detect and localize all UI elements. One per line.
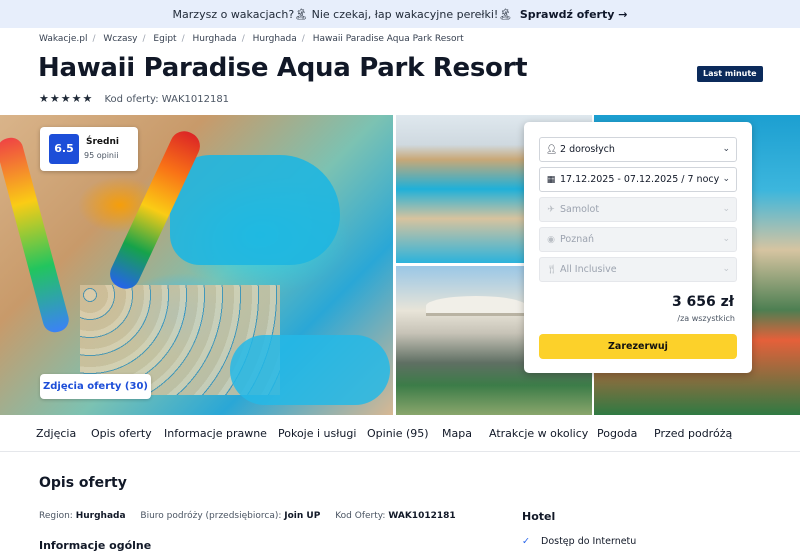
main-photo[interactable]: 6.5 Średni 95 opinii Zdjęcia oferty (30) bbox=[0, 115, 393, 415]
region-info: Region: Hurghada bbox=[39, 511, 126, 521]
pool-shape bbox=[170, 155, 340, 265]
breadcrumb-current: Hawaii Paradise Aqua Park Resort bbox=[312, 34, 464, 44]
hotel-panel-title: Hotel bbox=[522, 510, 556, 523]
tab-przed-podroza[interactable]: Przed podróżą bbox=[654, 427, 732, 440]
breadcrumb-item-wczasy[interactable]: Wczasy bbox=[103, 34, 137, 44]
location-pin-icon: ◉ bbox=[547, 235, 555, 245]
building-roof-shape bbox=[426, 296, 526, 316]
check-icon: ✓ bbox=[522, 536, 530, 547]
tab-pogoda[interactable]: Pogoda bbox=[597, 427, 637, 440]
chevron-down-icon: ⌄ bbox=[722, 234, 730, 244]
hotel-meta: ★★★★★ Kod oferty: WAK1012181 bbox=[39, 92, 229, 105]
amenity-label: Dostęp do Internetu bbox=[541, 536, 637, 547]
dates-value: 17.12.2025 - 07.12.2025 / 7 nocy bbox=[560, 174, 720, 185]
chevron-down-icon: ⌄ bbox=[722, 174, 730, 184]
dates-select[interactable]: ▦ 17.12.2025 - 07.12.2025 / 7 nocy ⌄ bbox=[539, 167, 737, 192]
rating-card[interactable]: 6.5 Średni 95 opinii bbox=[40, 127, 138, 171]
agency-label: Biuro podróży (przedsiębiorca): bbox=[140, 511, 282, 521]
transport-value: Samolot bbox=[560, 204, 600, 215]
tab-pokoje-i-uslugi[interactable]: Pokoje i usługi bbox=[278, 427, 356, 440]
code-value: WAK1012181 bbox=[388, 511, 456, 521]
breadcrumb-separator: / bbox=[92, 34, 96, 44]
description-title: Opis oferty bbox=[39, 475, 127, 491]
breadcrumb-separator: / bbox=[142, 34, 146, 44]
page-title: Hawaii Paradise Aqua Park Resort bbox=[38, 53, 528, 83]
breadcrumb: Wakacje.pl / Wczasy / Egipt / Hurghada / Hur… bbox=[39, 34, 464, 44]
departure-value: Poznań bbox=[560, 234, 595, 245]
agency-value: Join UP bbox=[284, 511, 321, 521]
tab-zdjecia[interactable]: Zdjęcia bbox=[36, 427, 76, 440]
offer-code: Kod oferty: WAK1012181 bbox=[104, 94, 230, 105]
last-minute-badge: Last minute bbox=[697, 66, 763, 82]
promo-banner: Marzysz o wakacjach?🏝 Nie czekaj, łap wa… bbox=[0, 0, 800, 28]
rating-score: 6.5 bbox=[49, 134, 79, 164]
star-rating-icon: ★★★★★ bbox=[39, 92, 94, 105]
rating-count: 95 opinii bbox=[84, 151, 119, 160]
cutlery-icon: 🍴︎ bbox=[546, 265, 558, 275]
photos-button[interactable]: Zdjęcia oferty (30) bbox=[40, 374, 151, 399]
reserve-button[interactable]: Zarezerwuj bbox=[539, 334, 737, 359]
calendar-icon: ▦ bbox=[546, 175, 556, 185]
travelers-value: 2 dorosłych bbox=[560, 144, 615, 155]
rating-label: Średni bbox=[86, 137, 119, 147]
promo-banner-text: Marzysz o wakacjach?🏝 Nie czekaj, łap wa… bbox=[172, 8, 513, 21]
region-label: Region: bbox=[39, 511, 73, 521]
transport-select[interactable]: ✈ Samolot ⌄ bbox=[539, 197, 737, 222]
breadcrumb-item-hurghada-city[interactable]: Hurghada bbox=[253, 34, 297, 44]
price-note: /za wszystkich bbox=[677, 314, 735, 323]
region-value: Hurghada bbox=[75, 511, 126, 521]
tab-opis-oferty[interactable]: Opis oferty bbox=[91, 427, 152, 440]
chevron-down-icon: ⌄ bbox=[722, 264, 730, 274]
offer-info-row: Region: Hurghada Biuro podróży (przedsię… bbox=[39, 511, 468, 521]
code-label: Kod Oferty: bbox=[335, 511, 386, 521]
promo-banner-link[interactable]: Sprawdź oferty → bbox=[520, 8, 628, 21]
breadcrumb-item-egipt[interactable]: Egipt bbox=[153, 34, 176, 44]
promo-banner-content: Marzysz o wakacjach?🏝 Nie czekaj, łap wa… bbox=[0, 8, 800, 21]
board-select[interactable]: 🍴︎ All Inclusive ⌄ bbox=[539, 257, 737, 282]
pool-shape bbox=[230, 335, 390, 405]
tab-atrakcje[interactable]: Atrakcje w okolicy bbox=[489, 427, 588, 440]
amenity-item: ✓ Dostęp do Internetu bbox=[522, 536, 636, 547]
price: 3 656 zł bbox=[671, 294, 734, 310]
code-info: Kod Oferty: WAK1012181 bbox=[335, 511, 455, 521]
breadcrumb-separator: / bbox=[241, 34, 245, 44]
section-tabs: Zdjęcia Opis oferty Informacje prawne Po… bbox=[0, 415, 800, 452]
plane-icon: ✈ bbox=[547, 205, 555, 215]
tab-informacje-prawne[interactable]: Informacje prawne bbox=[164, 427, 267, 440]
tab-opinie[interactable]: Opinie (95) bbox=[367, 427, 429, 440]
tab-mapa[interactable]: Mapa bbox=[442, 427, 472, 440]
departure-select[interactable]: ◉ Poznań ⌄ bbox=[539, 227, 737, 252]
chevron-down-icon: ⌄ bbox=[722, 204, 730, 214]
travelers-select[interactable]: 👤︎ 2 dorosłych ⌄ bbox=[539, 137, 737, 162]
board-value: All Inclusive bbox=[560, 264, 617, 275]
breadcrumb-item-wakacje[interactable]: Wakacje.pl bbox=[39, 34, 87, 44]
breadcrumb-separator: / bbox=[301, 34, 305, 44]
booking-panel: 👤︎ 2 dorosłych ⌄ ▦ 17.12.2025 - 07.12.20… bbox=[524, 122, 752, 373]
agency-info: Biuro podróży (przedsiębiorca): Join UP bbox=[140, 511, 320, 521]
person-icon: 👤︎ bbox=[546, 145, 558, 155]
breadcrumb-separator: / bbox=[181, 34, 185, 44]
general-info-title: Informacje ogólne bbox=[39, 539, 152, 552]
chevron-down-icon: ⌄ bbox=[722, 144, 730, 154]
breadcrumb-item-hurghada-region[interactable]: Hurghada bbox=[193, 34, 237, 44]
